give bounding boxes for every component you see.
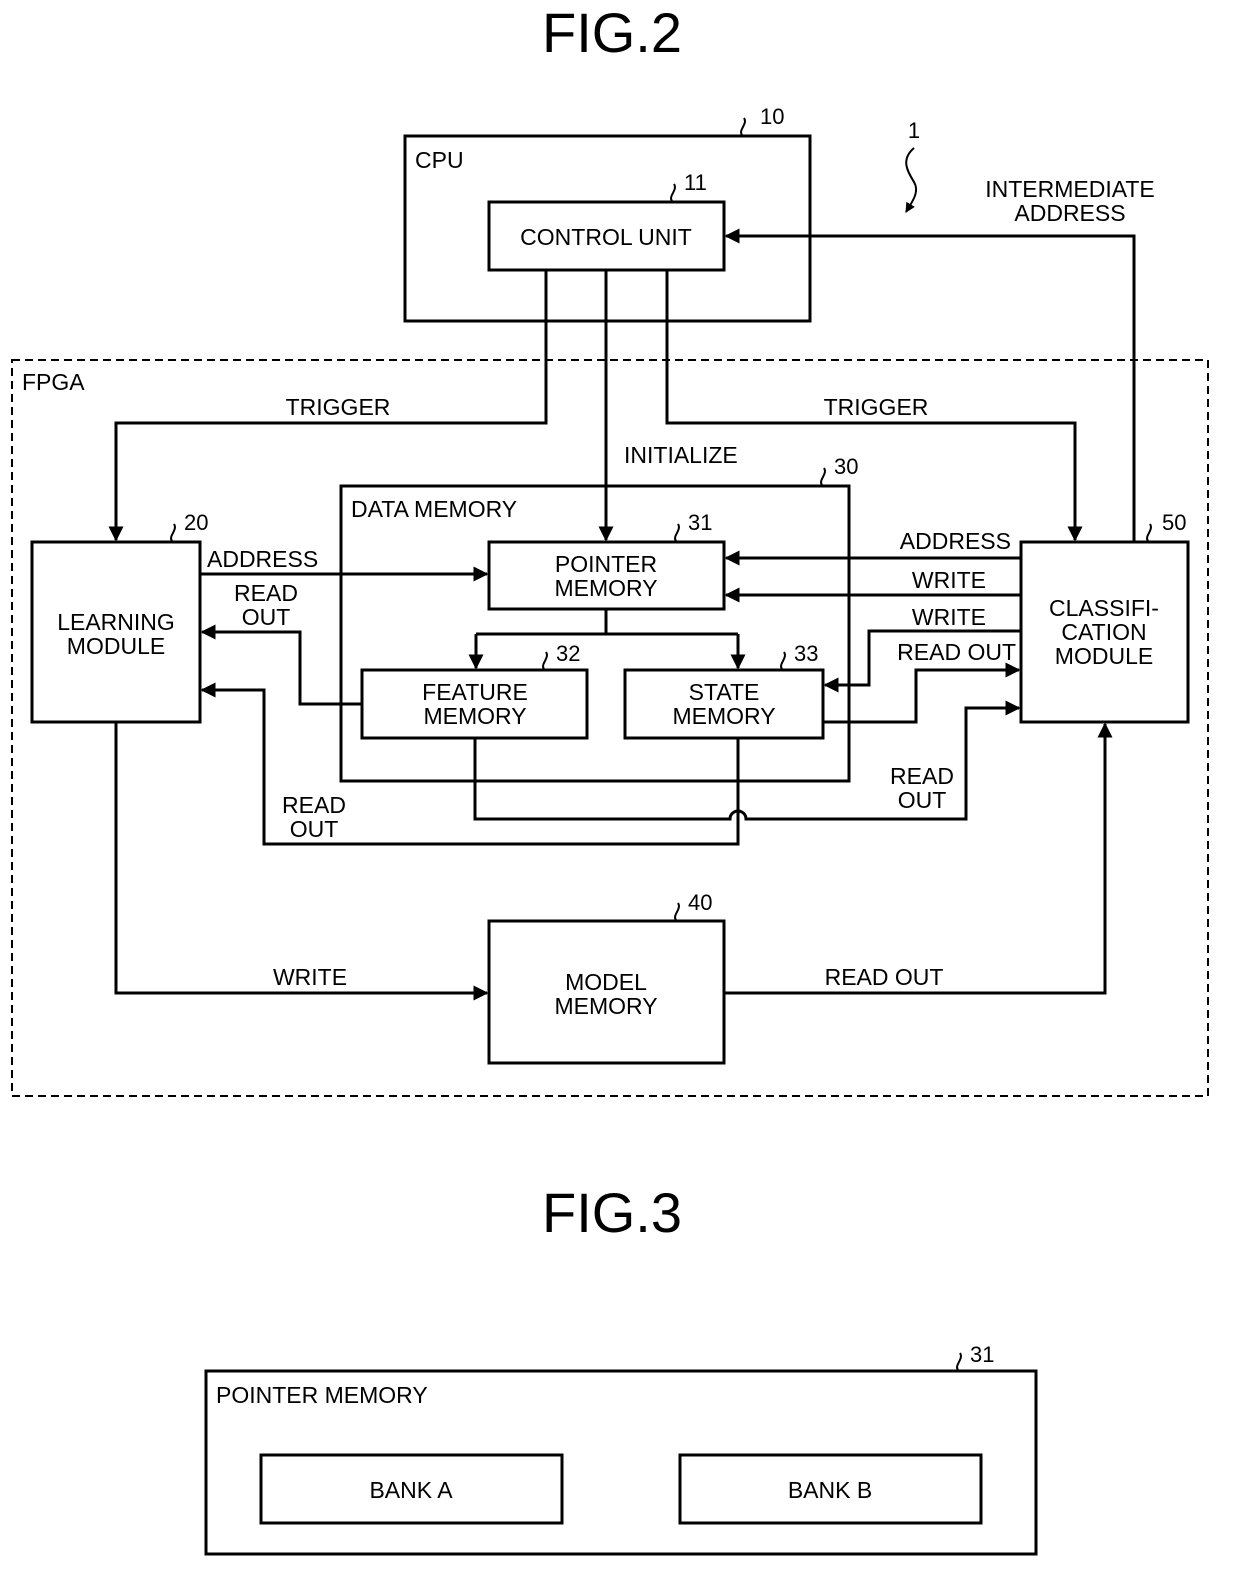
trigger-left-label: TRIGGER <box>286 394 391 420</box>
classification-write-1-label: WRITE <box>912 567 986 593</box>
bottom-read-out-right-label-line1: READ <box>890 763 954 789</box>
learning-module-label-line1: LEARNING <box>57 609 175 635</box>
classification-module-block: CLASSIFI- CATION MODULE 50 <box>1019 510 1190 724</box>
feature-memory-label-line2: MEMORY <box>423 703 526 729</box>
data-memory-ref: 30 <box>834 454 858 479</box>
bank-b-label: BANK B <box>788 1477 872 1503</box>
system-ref-squiggle-arrow <box>905 147 918 213</box>
initialize-label: INITIALIZE <box>624 442 738 468</box>
state-readout-to-classification-wire <box>824 662 1021 724</box>
bottom-read-out-right-label-line2: OUT <box>898 787 947 813</box>
control-unit-ref: 11 <box>684 170 707 195</box>
pointer-memory-ref: 31 <box>688 510 712 535</box>
learning-module-label-line2: MODULE <box>67 633 165 659</box>
bottom-read-out-left-label-line1: READ <box>282 792 346 818</box>
learning-module-ref-leader <box>170 523 176 542</box>
learning-module-ref: 20 <box>184 510 208 535</box>
pointer-memory-ref-leader <box>674 523 680 542</box>
pointer-memory-label-line1: POINTER <box>555 551 657 577</box>
classification-module-ref: 50 <box>1162 510 1186 535</box>
learning-read-out-label-line1: READ <box>234 580 298 606</box>
cpu-ref: 10 <box>760 104 784 129</box>
model-memory-label-line1: MODEL <box>565 969 647 995</box>
data-memory-label: DATA MEMORY <box>351 496 517 522</box>
fig3-pointer-memory-label: POINTER MEMORY <box>216 1382 428 1408</box>
trigger-right-label: TRIGGER <box>824 394 929 420</box>
classification-module-label-line3: MODULE <box>1055 643 1153 669</box>
state-memory-label-line2: MEMORY <box>672 703 775 729</box>
patent-figure-canvas: FIG.2 1 CPU 10 CONTROL UNIT 11 FPGA LEAR… <box>11 1 1209 1556</box>
model-memory-block: MODEL MEMORY 40 <box>487 890 726 1065</box>
classification-module-label-line1: CLASSIFI- <box>1049 595 1159 621</box>
feature-memory-label-line1: FEATURE <box>422 679 528 705</box>
state-memory-label-line1: STATE <box>689 679 760 705</box>
model-memory-ref-leader <box>674 902 680 921</box>
learning-read-out-label-line2: OUT <box>242 604 291 630</box>
data-memory-ref-leader <box>820 467 826 486</box>
state-memory-block: STATE MEMORY 33 <box>623 641 825 740</box>
fig2-title: FIG.2 <box>542 1 682 64</box>
fpga-label: FPGA <box>22 369 85 395</box>
classification-address-label: ADDRESS <box>900 528 1011 554</box>
state-memory-ref: 33 <box>794 641 818 666</box>
classification-module-ref-leader <box>1146 523 1152 542</box>
classification-read-out-label: READ OUT <box>897 639 1016 665</box>
learning-address-label: ADDRESS <box>207 546 318 572</box>
system-ref-indicator: 1 <box>905 118 920 213</box>
classification-write-2-label: WRITE <box>912 604 986 630</box>
system-ref-number: 1 <box>908 118 920 143</box>
control-unit-label: CONTROL UNIT <box>520 224 692 250</box>
bottom-read-out-left-label-line2: OUT <box>290 816 339 842</box>
model-write-label: WRITE <box>273 964 347 990</box>
classification-module-label-line2: CATION <box>1061 619 1146 645</box>
feature-memory-ref: 32 <box>556 641 580 666</box>
bank-b-block: BANK B <box>678 1453 983 1525</box>
intermediate-address-label-line1: INTERMEDIATE <box>985 176 1155 202</box>
learning-module-block: LEARNING MODULE 20 <box>30 510 208 724</box>
model-memory-label-line2: MEMORY <box>554 993 657 1019</box>
fig3-pointer-memory-ref: 31 <box>970 1342 994 1367</box>
learning-to-model-write-wire <box>114 723 489 1001</box>
bank-a-label: BANK A <box>369 1477 453 1503</box>
cpu-ref-leader <box>740 117 746 136</box>
intermediate-address-label-line2: ADDRESS <box>1014 200 1125 226</box>
cpu-label: CPU <box>415 147 464 173</box>
pointer-memory-label-line2: MEMORY <box>554 575 657 601</box>
feature-memory-ref-leader <box>542 651 548 670</box>
model-memory-ref: 40 <box>688 890 712 915</box>
fig3-pointer-memory-ref-leader <box>956 1352 962 1371</box>
model-read-out-label: READ OUT <box>825 964 944 990</box>
fig3-title: FIG.3 <box>542 1181 682 1244</box>
bank-a-block: BANK A <box>259 1453 564 1525</box>
feature-readout-to-learning-wire <box>200 624 361 706</box>
state-memory-ref-leader <box>780 651 786 670</box>
